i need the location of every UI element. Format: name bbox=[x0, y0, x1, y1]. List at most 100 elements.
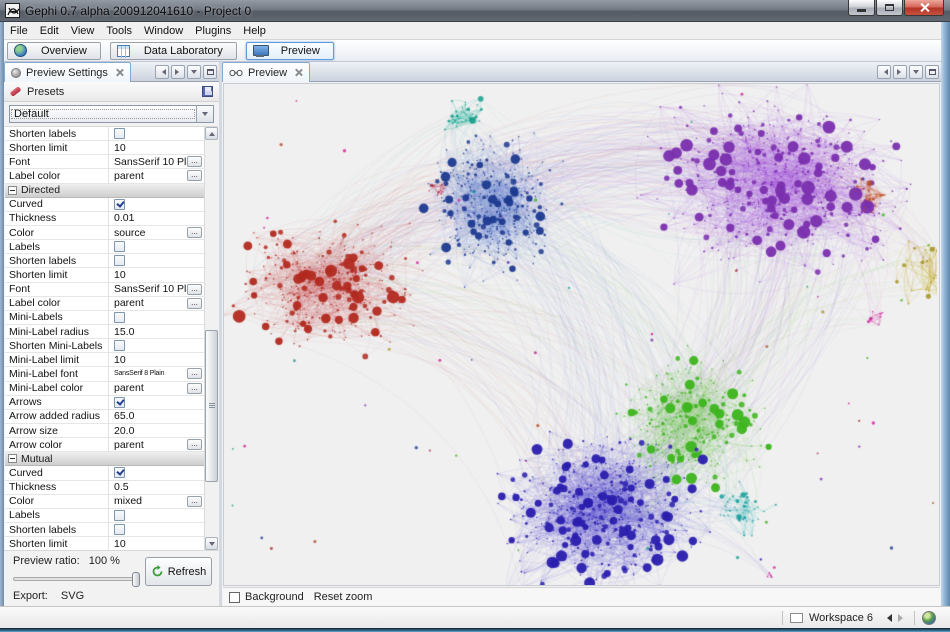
preview-button[interactable]: Preview bbox=[246, 42, 334, 60]
setting-checkbox[interactable] bbox=[114, 510, 125, 521]
setting-value[interactable] bbox=[109, 311, 204, 324]
refresh-button[interactable]: Refresh bbox=[145, 557, 212, 586]
menu-tools[interactable]: Tools bbox=[100, 24, 138, 38]
setting-text-value[interactable]: parent bbox=[114, 382, 144, 394]
setting-text-value[interactable]: 0.5 bbox=[114, 481, 129, 493]
setting-text-value[interactable]: parent bbox=[114, 439, 144, 451]
setting-checkbox[interactable] bbox=[114, 467, 125, 478]
setting-text-value[interactable]: 20.0 bbox=[114, 425, 134, 437]
setting-value[interactable] bbox=[109, 396, 204, 409]
setting-checkbox[interactable] bbox=[114, 340, 125, 351]
menu-file[interactable]: File bbox=[4, 24, 34, 38]
setting-text-value[interactable]: SansSerif 8 Plain bbox=[114, 370, 164, 377]
setting-text-value[interactable]: 65.0 bbox=[114, 410, 134, 422]
setting-value[interactable] bbox=[109, 198, 204, 211]
tab-close-icon[interactable] bbox=[294, 68, 303, 77]
tab-preview-settings[interactable]: Preview Settings bbox=[4, 62, 131, 82]
scroll-tabs-left-button[interactable] bbox=[155, 65, 169, 79]
title-bar[interactable]: Gephi 0.7 alpha 200912041610 - Project 0 bbox=[0, 0, 950, 22]
setting-value[interactable]: SansSerif 10 Plain... bbox=[109, 283, 204, 296]
setting-text-value[interactable]: source bbox=[114, 227, 146, 239]
setting-value[interactable] bbox=[109, 254, 204, 267]
scroll-up-button[interactable] bbox=[205, 127, 218, 140]
export-line[interactable]: Export: SVG bbox=[13, 590, 84, 602]
setting-text-value[interactable]: parent bbox=[114, 297, 144, 309]
preset-dropdown[interactable]: Default bbox=[9, 105, 214, 123]
ellipsis-button[interactable]: ... bbox=[187, 368, 202, 379]
setting-value[interactable]: 10 bbox=[109, 537, 204, 550]
setting-checkbox[interactable] bbox=[114, 199, 125, 210]
menu-window[interactable]: Window bbox=[138, 24, 189, 38]
setting-checkbox[interactable] bbox=[114, 524, 125, 535]
previous-workspace-button[interactable] bbox=[883, 614, 892, 622]
tab-list-dropdown-button[interactable] bbox=[909, 65, 923, 79]
setting-checkbox[interactable] bbox=[114, 397, 125, 408]
ellipsis-button[interactable]: ... bbox=[187, 284, 202, 295]
setting-value[interactable] bbox=[109, 466, 204, 479]
setting-value[interactable]: 65.0 bbox=[109, 410, 204, 423]
slider-thumb[interactable] bbox=[132, 572, 140, 587]
setting-value[interactable]: 10 bbox=[109, 353, 204, 366]
ellipsis-button[interactable]: ... bbox=[187, 439, 202, 450]
ellipsis-button[interactable]: ... bbox=[187, 227, 202, 238]
setting-value[interactable]: 20.0 bbox=[109, 424, 204, 437]
setting-text-value[interactable]: 0.01 bbox=[114, 212, 134, 224]
preview-graph-canvas[interactable] bbox=[224, 84, 937, 586]
minimize-button[interactable] bbox=[848, 0, 875, 16]
globe-sync-icon[interactable] bbox=[922, 611, 936, 625]
setting-value[interactable]: SansSerif 8 Plain... bbox=[109, 367, 204, 380]
setting-value[interactable]: SansSerif 10 Plain... bbox=[109, 155, 204, 168]
setting-value[interactable] bbox=[109, 339, 204, 352]
close-button[interactable] bbox=[904, 0, 944, 16]
tab-close-icon[interactable] bbox=[115, 68, 124, 77]
setting-value[interactable]: 10 bbox=[109, 268, 204, 281]
maximize-panel-button[interactable] bbox=[925, 65, 939, 79]
setting-value[interactable]: 10 bbox=[109, 141, 204, 154]
setting-value[interactable] bbox=[109, 127, 204, 140]
setting-text-value[interactable]: 15.0 bbox=[114, 326, 134, 338]
graph-viewport[interactable] bbox=[223, 83, 940, 586]
maximize-panel-button[interactable] bbox=[203, 65, 217, 79]
setting-text-value[interactable]: mixed bbox=[114, 495, 142, 507]
setting-value[interactable]: 0.01 bbox=[109, 212, 204, 225]
menu-view[interactable]: View bbox=[65, 24, 101, 38]
setting-value[interactable] bbox=[109, 240, 204, 253]
setting-checkbox[interactable] bbox=[114, 128, 125, 139]
settings-scrollbar[interactable] bbox=[204, 127, 218, 550]
preview-ratio-slider[interactable] bbox=[13, 577, 139, 581]
setting-checkbox[interactable] bbox=[114, 312, 125, 323]
scroll-tabs-right-button[interactable] bbox=[171, 65, 185, 79]
ellipsis-button[interactable]: ... bbox=[187, 156, 202, 167]
menu-plugins[interactable]: Plugins bbox=[189, 24, 237, 38]
tab-list-dropdown-button[interactable] bbox=[187, 65, 201, 79]
scroll-down-button[interactable] bbox=[205, 537, 218, 550]
ellipsis-button[interactable]: ... bbox=[187, 383, 202, 394]
setting-text-value[interactable]: 10 bbox=[114, 538, 126, 550]
setting-value[interactable]: parent... bbox=[109, 169, 204, 182]
ellipsis-button[interactable]: ... bbox=[187, 496, 202, 507]
setting-checkbox[interactable] bbox=[114, 241, 125, 252]
setting-value[interactable]: parent... bbox=[109, 297, 204, 310]
settings-section-header[interactable]: Mutual bbox=[5, 452, 204, 466]
setting-value[interactable]: parent... bbox=[109, 382, 204, 395]
ellipsis-button[interactable]: ... bbox=[187, 298, 202, 309]
data-laboratory-button[interactable]: Data Laboratory bbox=[110, 42, 237, 60]
background-checkbox[interactable] bbox=[229, 592, 240, 603]
setting-text-value[interactable]: 10 bbox=[114, 269, 126, 281]
setting-checkbox[interactable] bbox=[114, 255, 125, 266]
scroll-tabs-left-button[interactable] bbox=[877, 65, 891, 79]
tab-preview[interactable]: Preview bbox=[222, 62, 310, 82]
collapse-icon[interactable] bbox=[8, 186, 17, 195]
setting-text-value[interactable]: 10 bbox=[114, 142, 126, 154]
ellipsis-button[interactable]: ... bbox=[187, 170, 202, 181]
setting-value[interactable]: mixed... bbox=[109, 495, 204, 508]
preset-dropdown-arrow[interactable] bbox=[196, 106, 213, 122]
floppy-save-icon[interactable] bbox=[202, 86, 213, 97]
reset-zoom-button[interactable]: Reset zoom bbox=[314, 591, 373, 603]
settings-section-header[interactable]: Directed bbox=[5, 184, 204, 198]
setting-value[interactable] bbox=[109, 523, 204, 536]
menu-edit[interactable]: Edit bbox=[34, 24, 65, 38]
setting-value[interactable]: parent... bbox=[109, 438, 204, 451]
menu-help[interactable]: Help bbox=[237, 24, 272, 38]
maximize-button[interactable] bbox=[876, 0, 903, 16]
